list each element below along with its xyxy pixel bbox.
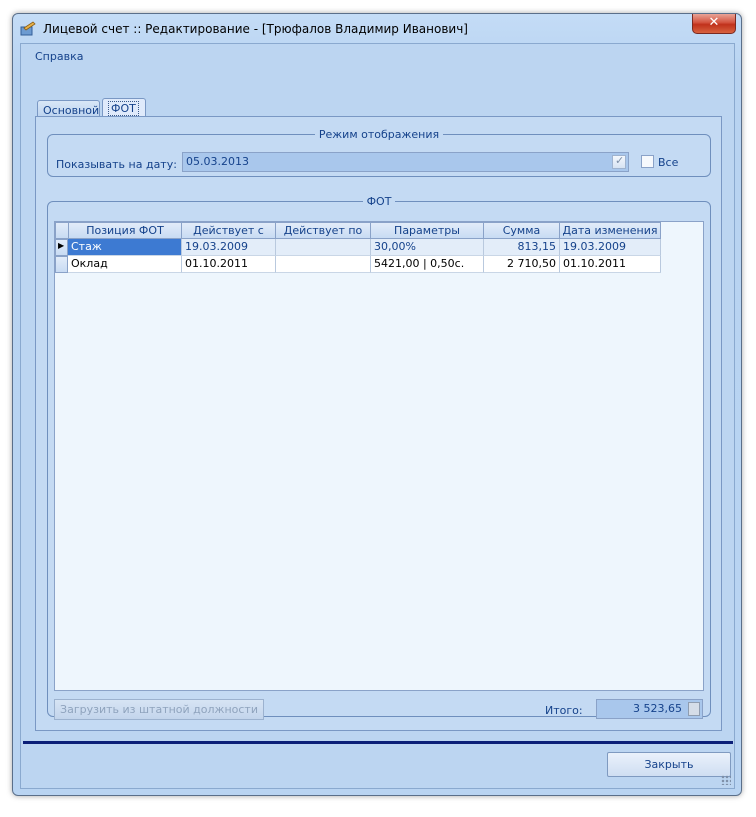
calculator-icon[interactable] [688,702,700,716]
main-window: Лицевой счет :: Редактирование - [Трюфал… [12,13,742,796]
column-header-params[interactable]: Параметры [370,222,484,239]
cell-from[interactable]: 01.10.2011 [182,256,276,273]
grid-header: Позиция ФОТ Действует с Действует по Пар… [55,222,661,239]
column-header-changed[interactable]: Дата изменения [559,222,661,239]
row-indicator-header [55,222,69,239]
footer-separator [23,741,733,744]
total-field[interactable]: 3 523,65 [596,699,703,719]
column-header-position[interactable]: Позиция ФОТ [68,222,182,239]
fot-legend: ФОТ [366,195,392,208]
app-icon [20,21,36,36]
row-indicator [55,256,68,273]
menu-bar: Справка [21,44,734,68]
column-header-sum[interactable]: Сумма [483,222,560,239]
show-all-label[interactable]: Все [658,156,678,169]
title-bar: Лицевой счет :: Редактирование - [Трюфал… [13,14,741,44]
fot-group: ФОТ Позиция ФОТ Действует с Действует по… [47,195,711,720]
cell-position[interactable]: Стаж [68,239,182,256]
menu-help[interactable]: Справка [35,50,83,63]
cell-sum[interactable]: 2 710,50 [484,256,560,273]
window-title: Лицевой счет :: Редактирование - [Трюфал… [43,22,468,36]
table-row[interactable]: Оклад 01.10.2011 5421,00 | 0,50с. 2 710,… [55,256,661,273]
tab-basic[interactable]: Основной [37,100,100,117]
total-label: Итого: [545,704,583,717]
cell-params[interactable]: 30,00% [371,239,484,256]
column-header-to[interactable]: Действует по [275,222,371,239]
cell-params[interactable]: 5421,00 | 0,50с. [371,256,484,273]
date-value: 05.03.2013 [186,155,249,168]
dropdown-arrow-icon[interactable] [612,154,626,169]
cell-from[interactable]: 19.03.2009 [182,239,276,256]
cell-position[interactable]: Оклад [68,256,182,273]
cell-changed[interactable]: 01.10.2011 [560,256,661,273]
close-button[interactable]: Закрыть [607,752,731,777]
date-picker[interactable]: 05.03.2013 [182,152,629,172]
cell-changed[interactable]: 19.03.2009 [560,239,661,256]
resize-grip-icon[interactable] [721,775,731,785]
cell-to[interactable] [276,239,371,256]
current-row-arrow-icon [55,239,68,256]
window-close-button[interactable]: ✕ [692,14,736,34]
load-from-position-button[interactable]: Загрузить из штатной должности [54,699,264,720]
client-area: Справка Основной ФОТ Режим отображения П… [20,43,735,789]
show-all-checkbox[interactable] [641,155,654,168]
column-header-from[interactable]: Действует с [181,222,276,239]
cell-sum[interactable]: 813,15 [484,239,560,256]
tab-fot-label: ФОТ [108,101,139,116]
total-value: 3 523,65 [633,702,682,715]
tab-fot[interactable]: ФОТ [102,98,146,118]
cell-to[interactable] [276,256,371,273]
table-row[interactable]: Стаж 19.03.2009 30,00% 813,15 19.03.2009 [55,239,661,256]
tab-page-fot: Режим отображения Показывать на дату: 05… [35,116,722,731]
show-date-label: Показывать на дату: [56,158,177,171]
display-mode-legend: Режим отображения [318,128,440,141]
display-mode-group: Режим отображения Показывать на дату: 05… [47,128,711,177]
fot-grid[interactable]: Позиция ФОТ Действует с Действует по Пар… [54,221,704,691]
